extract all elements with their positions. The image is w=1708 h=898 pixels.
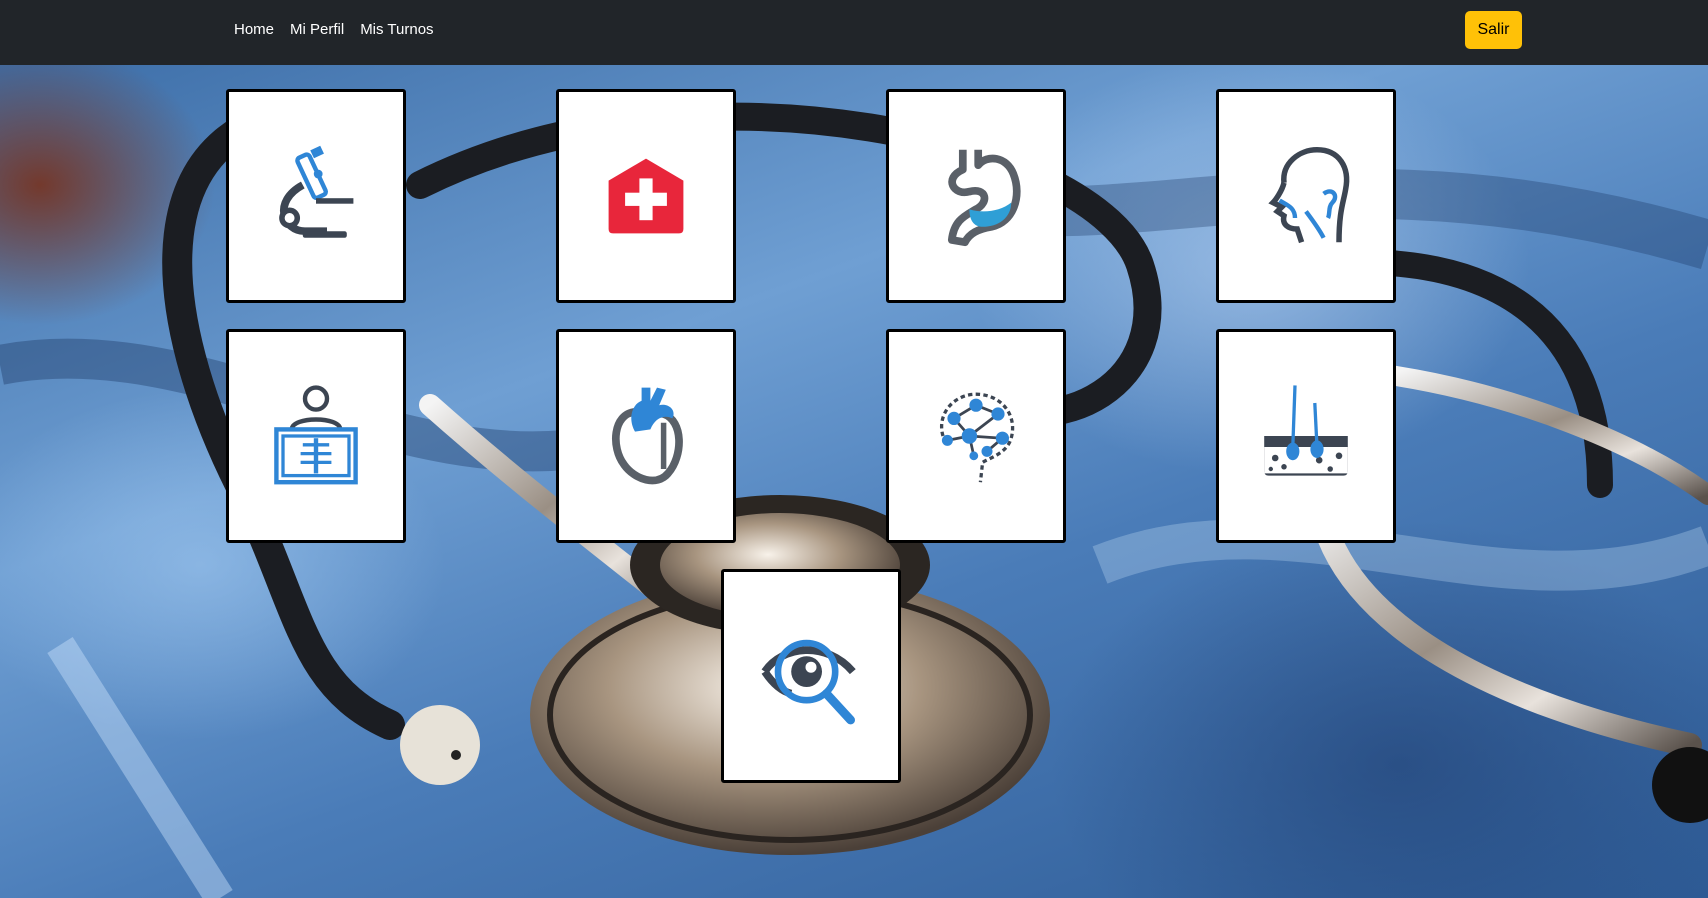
brain-network-icon <box>940 392 1015 483</box>
nav-link-home[interactable]: Home <box>226 18 282 41</box>
specialty-card-ophthalmology[interactable] <box>721 569 901 783</box>
head-profile-icon <box>1268 147 1350 244</box>
specialty-card-laboratory[interactable] <box>226 89 406 303</box>
specialty-card-radiology[interactable] <box>226 329 406 543</box>
nav-link-mi-perfil[interactable]: Mi Perfil <box>282 18 352 41</box>
nav-links: Home Mi Perfil Mis Turnos <box>226 18 442 41</box>
stomach-icon <box>947 149 1021 247</box>
eye-magnifier-icon <box>761 639 856 725</box>
logout-button[interactable]: Salir <box>1465 11 1522 49</box>
microscope-icon <box>279 145 354 238</box>
specialty-card-gastroenterology[interactable] <box>886 89 1066 303</box>
specialty-card-cardiology[interactable] <box>556 329 736 543</box>
heart-icon <box>612 387 683 485</box>
specialty-card-dermatology[interactable] <box>1216 329 1396 543</box>
specialty-card-general[interactable] <box>556 89 736 303</box>
medical-plus-icon <box>608 158 684 234</box>
navbar: Home Mi Perfil Mis Turnos Salir <box>0 0 1708 65</box>
xray-icon <box>274 385 358 485</box>
nav-link-mis-turnos[interactable]: Mis Turnos <box>352 18 441 41</box>
skin-hair-icon <box>1264 385 1348 476</box>
specialty-card-otorhinolaryngology[interactable] <box>1216 89 1396 303</box>
specialty-card-neurology[interactable] <box>886 329 1066 543</box>
